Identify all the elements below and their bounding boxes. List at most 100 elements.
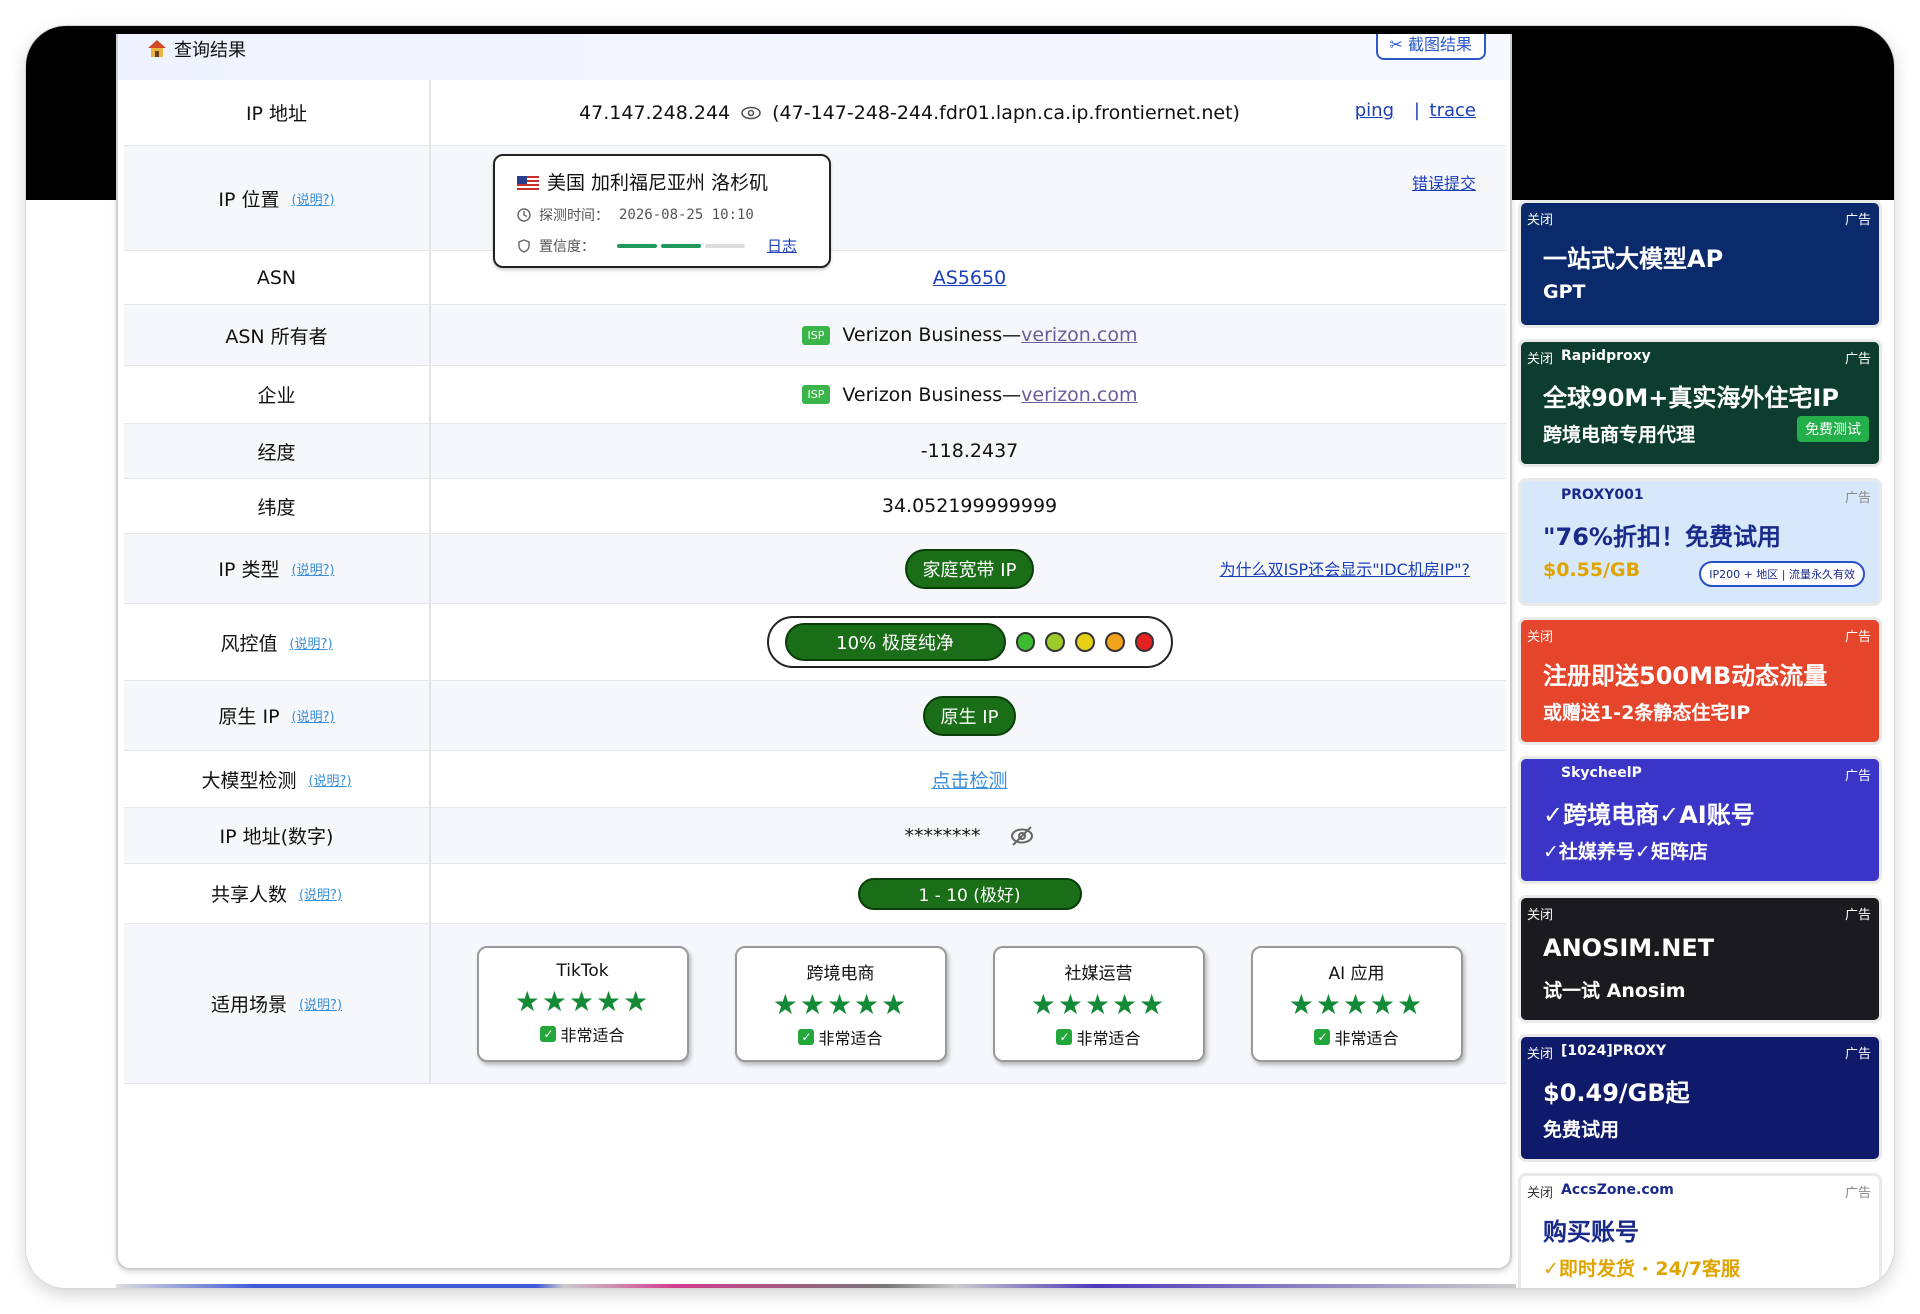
ad-banner[interactable]: 关闭 广告 [1024]PROXY $0.49/GB起 免费试用 xyxy=(1518,1034,1882,1162)
help-link[interactable]: (说明?) xyxy=(292,559,335,578)
help-link[interactable]: (说明?) xyxy=(299,994,342,1013)
us-flag-icon xyxy=(517,176,539,191)
check-icon: ✓ xyxy=(540,1026,557,1042)
location-place: 美国 加利福尼亚州 洛杉矶 xyxy=(547,172,769,194)
ad-banner[interactable]: 关闭 广告 一站式大模型AP GPT xyxy=(1518,200,1882,328)
trace-link[interactable]: trace xyxy=(1430,100,1476,121)
help-link[interactable]: (说明?) xyxy=(292,189,335,208)
company-name: Verizon Business— xyxy=(842,383,1022,406)
label-location: IP 位置 (说明?) xyxy=(124,146,431,250)
help-link[interactable]: (说明?) xyxy=(308,770,351,789)
card-header: 查询结果 ✂ 截图结果 xyxy=(118,34,1510,80)
ad-banner[interactable]: 广告 PROXY001 "76%折扣！免费试用 $0.55/GB IP200 + 地区 … xyxy=(1518,478,1882,606)
report-error-link[interactable]: 错误提交 xyxy=(1412,170,1476,194)
scene-card-ai: AI 应用 ★★★★★ ✓ 非常适合 xyxy=(1250,945,1463,1062)
label-location-text: IP 位置 xyxy=(218,188,280,211)
row-native: 原生 IP (说明?) 原生 IP xyxy=(124,681,1506,751)
star-rating: ★★★★★ xyxy=(1030,987,1167,1021)
ad-brand: AccsZone.com xyxy=(1561,1182,1674,1198)
ad-subline: 跨境电商专用代理 xyxy=(1543,424,1696,446)
isp-badge: ISP xyxy=(801,325,831,345)
ad-headline: 注册即送500MB动态流量 xyxy=(1543,662,1828,690)
row-scenes: 适用场景 (说明?) TikTok ★★★★★ ✓ 非常适合 跨境电商 ★★★★★… xyxy=(124,924,1506,1084)
label-company: 企业 xyxy=(124,366,431,423)
ad-banner[interactable]: 关闭 广告 AccsZone.com 购买账号 ✓即时发货 · 24/7客服 xyxy=(1518,1173,1882,1288)
value-llm: 点击检测 xyxy=(433,751,1506,807)
asn-owner-domain[interactable]: verizon.com xyxy=(1021,324,1137,346)
ad-headline: $0.49/GB起 xyxy=(1543,1079,1690,1107)
star-rating: ★★★★★ xyxy=(772,987,909,1021)
ad-tag: 广告 xyxy=(1844,630,1871,645)
ad-banner[interactable]: 广告 SkycheelP ✓跨境电商✓AI账号 ✓社媒养号✓矩阵店 xyxy=(1518,756,1882,884)
ad-tag: 广告 xyxy=(1844,352,1871,367)
label-llm: 大模型检测 (说明?) xyxy=(124,751,431,807)
value-ip: 47.147.248.244 (47-147-248-244.fdr01.lap… xyxy=(433,80,1506,145)
ping-link[interactable]: ping xyxy=(1355,100,1394,121)
value-latitude: 34.052199999999 xyxy=(881,495,1058,517)
ad-brand: Rapidproxy xyxy=(1561,348,1651,364)
check-icon: ✓ xyxy=(798,1028,815,1045)
ad-subline: 或赠送1-2条静态住宅IP xyxy=(1543,702,1751,724)
value-ip-numeric: ******** xyxy=(433,808,1506,863)
company-domain[interactable]: verizon.com xyxy=(1021,384,1137,406)
ad-banner[interactable]: 关闭 广告 Rapidproxy 全球90M+真实海外住宅IP 跨境电商专用代理 免费测试 xyxy=(1518,339,1882,467)
scene-card-ecommerce: 跨境电商 ★★★★★ ✓ 非常适合 xyxy=(734,945,947,1062)
ip-hostname: (47-147-248-244.fdr01.lapn.ca.ip.frontie… xyxy=(772,101,1240,124)
value-risk: 10% 极度纯净 xyxy=(433,604,1506,680)
risk-score-pill: 10% 极度纯净 xyxy=(784,623,1006,661)
label-risk: 风控值 (说明?) xyxy=(124,604,431,680)
ad-close-button[interactable]: 关闭 xyxy=(1527,348,1553,367)
help-link[interactable]: (说明?) xyxy=(292,706,335,725)
label-native-text: 原生 IP xyxy=(218,706,280,728)
value-shared: 1 - 10 (极好) xyxy=(433,864,1506,923)
left-margin xyxy=(26,200,116,1288)
ad-subline: ✓即时发货 · 24/7客服 xyxy=(1543,1258,1740,1280)
ad-close-button[interactable]: 关闭 xyxy=(1527,1043,1553,1062)
risk-dot-4 xyxy=(1104,632,1125,652)
scene-status-text: 非常适合 xyxy=(560,1026,625,1045)
eye-off-icon[interactable] xyxy=(1009,825,1035,847)
eye-icon[interactable] xyxy=(740,106,762,120)
scene-status: ✓ 非常适合 xyxy=(540,1022,625,1046)
value-native: 原生 IP xyxy=(433,681,1506,750)
llm-check-link[interactable]: 点击检测 xyxy=(931,766,1007,793)
label-ip: IP 地址 xyxy=(124,80,431,145)
bottom-ad-strip xyxy=(116,1284,1516,1288)
help-link[interactable]: (说明?) xyxy=(299,884,342,903)
result-card: 查询结果 ✂ 截图结果 IP 地址 47.147.248.244 (47-147… xyxy=(116,34,1512,1270)
ad-close-button[interactable]: 关闭 xyxy=(1527,209,1553,228)
ad-tag: 广告 xyxy=(1844,1186,1871,1201)
scene-card-tiktok: TikTok ★★★★★ ✓ 非常适合 xyxy=(476,945,689,1062)
ad-extra-text: IP200 + 地区 | 流量永久有效 xyxy=(1699,561,1865,587)
ad-tag: 广告 xyxy=(1844,213,1871,228)
time-line: 探测时间： 2026-08-25 10:10 xyxy=(517,205,807,225)
value-company: ISP Verizon Business— verizon.com xyxy=(433,366,1506,423)
label-risk-text: 风控值 xyxy=(220,632,278,655)
row-ip-type: IP 类型 (说明?) 家庭宽带 IP 为什么双ISP还会显示"IDC机房IP"… xyxy=(124,534,1506,604)
ad-close-button[interactable]: 关闭 xyxy=(1527,904,1553,923)
ip-type-faq-link[interactable]: 为什么双ISP还会显示"IDC机房IP"? xyxy=(1220,556,1470,580)
ad-close-button[interactable]: 关闭 xyxy=(1527,1182,1553,1201)
screenshot-button[interactable]: ✂ 截图结果 xyxy=(1375,34,1486,60)
ad-cta-button[interactable]: 免费测试 xyxy=(1797,416,1869,442)
scene-name: AI 应用 xyxy=(1328,963,1385,984)
label-longitude: 经度 xyxy=(124,424,431,478)
scene-name: 跨境电商 xyxy=(806,963,875,984)
ad-banner[interactable]: 关闭 广告注册即送500MB动态流量或赠送1-2条静态住宅IP xyxy=(1518,617,1882,745)
ad-headline: "76%折扣！免费试用 xyxy=(1543,523,1781,551)
star-rating: ★★★★★ xyxy=(1288,987,1425,1021)
help-link[interactable]: (说明?) xyxy=(289,633,332,652)
ad-close-button[interactable]: 关闭 xyxy=(1527,626,1553,645)
asn-owner-name: Verizon Business— xyxy=(842,324,1022,346)
ad-banner[interactable]: 关闭 广告 ANOSIM.NET 试一试 Anosim xyxy=(1518,895,1882,1023)
row-company: 企业 ISP Verizon Business— verizon.com xyxy=(124,366,1506,424)
scene-status: ✓ 非常适合 xyxy=(1056,1025,1141,1049)
row-ip-numeric: IP 地址(数字) ******** xyxy=(124,808,1506,864)
label-asn: ASN xyxy=(124,251,431,304)
label-latitude: 纬度 xyxy=(124,479,431,533)
ip-address: 47.147.248.244 xyxy=(579,101,731,124)
ad-brand: SkycheelP xyxy=(1561,765,1642,781)
asn-link[interactable]: AS5650 xyxy=(933,267,1006,289)
ad-tag: 广告 xyxy=(1844,1047,1871,1062)
location-line: 美国 加利福尼亚州 洛杉矶 xyxy=(517,168,807,195)
